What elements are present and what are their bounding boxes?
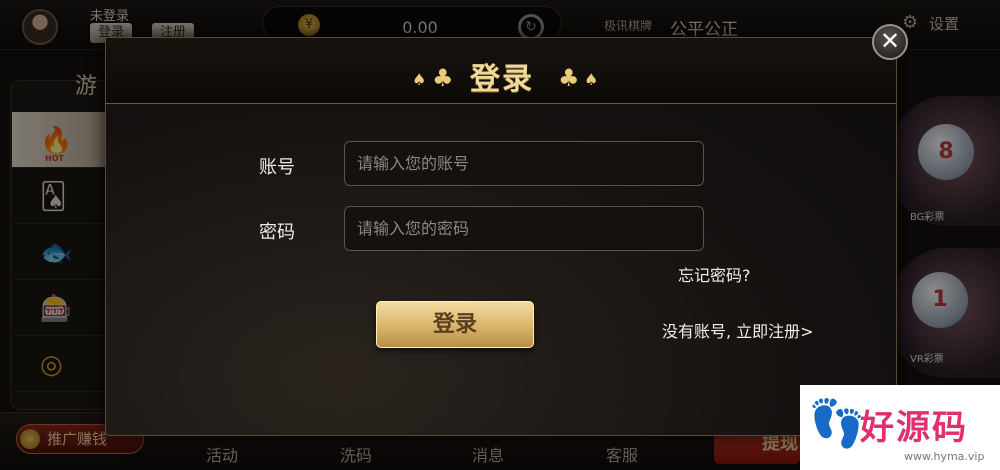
password-label: 密码 (259, 222, 295, 243)
close-icon[interactable]: ✕ (872, 24, 908, 60)
spade-icon: ♠ (584, 70, 599, 89)
login-button[interactable]: 登录 (376, 301, 534, 348)
forgot-password-link[interactable]: 忘记密码? (678, 262, 751, 286)
account-input[interactable] (344, 141, 704, 186)
footprint-icon: 👣 (808, 396, 866, 450)
account-label: 账号 (259, 157, 295, 178)
modal-header: ♠ ♣ 登录 ♣ ♠ (106, 38, 896, 104)
watermark-text: 好源码 (860, 408, 968, 448)
modal-title: 登录 (470, 62, 534, 97)
register-link[interactable]: 没有账号, 立即注册> (662, 318, 814, 342)
password-input[interactable] (344, 206, 704, 251)
club-icon: ♣ (558, 64, 580, 92)
watermark-url: www.hyma.vip (904, 450, 985, 463)
